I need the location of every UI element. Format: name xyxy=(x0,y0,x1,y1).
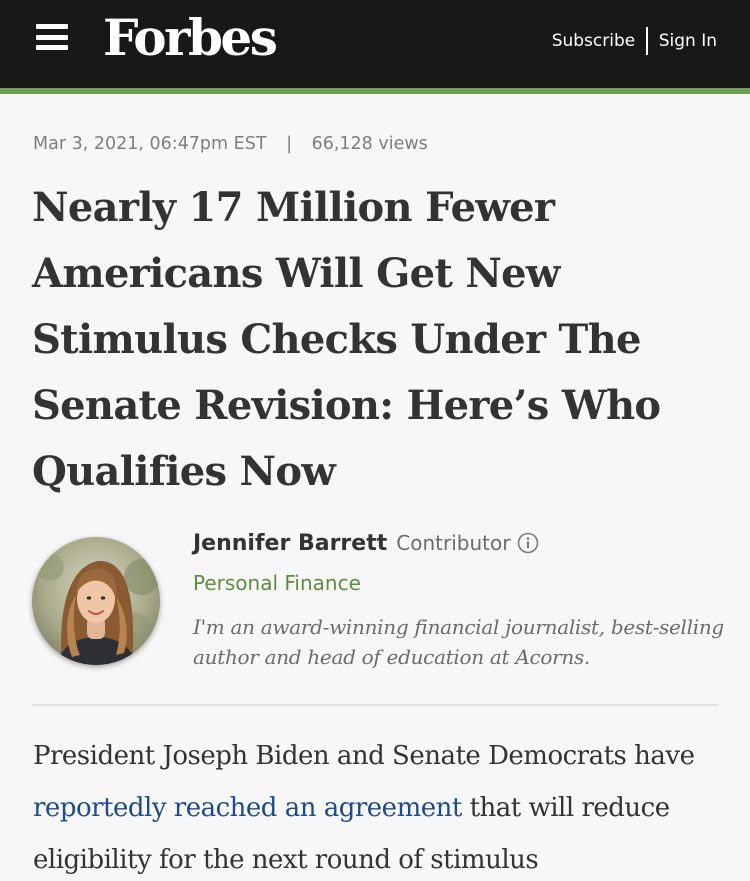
article-headline: Nearly 17 Million Fewer Americans Will G… xyxy=(32,184,661,495)
meta-separator: | xyxy=(286,134,292,154)
author-avatar[interactable] xyxy=(32,537,160,665)
info-circle-icon[interactable] xyxy=(517,532,539,554)
body-text-before-link: President Joseph Biden and Senate Democr… xyxy=(33,741,695,771)
section-divider xyxy=(32,704,718,706)
article-body-paragraph: President Joseph Biden and Senate Democr… xyxy=(33,730,723,881)
author-bio: I'm an award-winning financial journalis… xyxy=(193,615,724,669)
site-header: Forbes Subscribe Sign In xyxy=(0,0,750,88)
header-divider xyxy=(646,27,648,55)
author-avatar-photo xyxy=(32,537,160,665)
header-accent-bar xyxy=(0,88,750,94)
article-meta: Mar 3, 2021, 06:47pm EST | 66,128 views xyxy=(33,134,428,154)
publish-date: Mar 3, 2021, 06:47pm EST xyxy=(33,134,267,154)
hamburger-menu-icon[interactable] xyxy=(36,24,68,50)
agreement-link[interactable]: reportedly reached an agreement xyxy=(33,793,462,823)
sign-in-link[interactable]: Sign In xyxy=(659,31,717,51)
header-links: Subscribe Sign In xyxy=(552,25,717,57)
view-count: 66,128 views xyxy=(311,134,428,154)
author-byline: Jennifer Barrett Contributor xyxy=(193,528,539,556)
author-role: Contributor xyxy=(396,531,511,555)
subscribe-link[interactable]: Subscribe xyxy=(552,31,636,51)
forbes-logo[interactable]: Forbes xyxy=(103,2,278,74)
author-name[interactable]: Jennifer Barrett xyxy=(193,531,387,556)
author-channel-link[interactable]: Personal Finance xyxy=(193,571,361,595)
